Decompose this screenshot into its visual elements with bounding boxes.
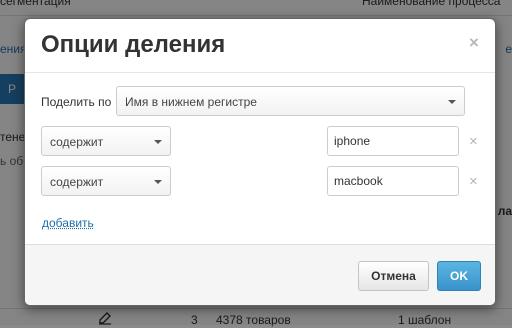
close-icon[interactable]: × [469, 33, 479, 53]
condition-operator-select-2[interactable]: содержит [41, 166, 171, 196]
chevron-down-icon [154, 140, 162, 144]
add-condition-link[interactable]: добавить [42, 216, 94, 230]
condition-operator-value-1: содержит [50, 135, 103, 149]
dialog-title: Опции деления [41, 31, 225, 59]
cancel-button[interactable]: Отмена [358, 261, 429, 291]
remove-condition-icon[interactable]: × [469, 173, 478, 190]
split-options-dialog: Опции деления × Поделить по Имя в нижнем… [24, 18, 496, 306]
split-by-label: Поделить по [41, 95, 111, 109]
dialog-header: Опции деления × [25, 19, 495, 73]
chevron-down-icon [448, 100, 456, 104]
condition-operator-select-1[interactable]: содержит [41, 126, 171, 156]
condition-value-input-2[interactable] [327, 166, 459, 196]
condition-operator-value-2: содержит [50, 175, 103, 189]
dialog-footer: Отмена OK [25, 244, 495, 306]
remove-condition-icon[interactable]: × [469, 133, 478, 150]
condition-value-input-1[interactable] [327, 126, 459, 156]
split-by-value: Имя в нижнем регистре [125, 95, 257, 109]
chevron-down-icon [154, 180, 162, 184]
split-by-select[interactable]: Имя в нижнем регистре [116, 86, 465, 116]
ok-button[interactable]: OK [437, 261, 481, 291]
